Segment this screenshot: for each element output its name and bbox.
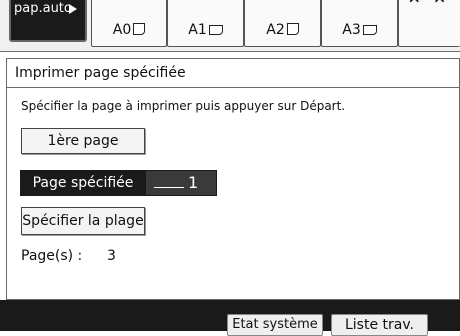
tray-a2-button[interactable]: A2 <box>244 0 321 47</box>
dialog-title-bar: Imprimer page spécifiée <box>7 59 459 88</box>
tray-a0-button[interactable]: A0 <box>91 0 167 47</box>
instruction-text: Spécifier la page à imprimer puis appuye… <box>21 99 346 113</box>
system-status-button[interactable]: Etat système <box>227 314 323 336</box>
pages-label: Page(s) : <box>21 248 83 264</box>
paper-portrait-icon <box>286 23 299 35</box>
paper-tray-strip: pap.auto A0 A1 A2 A3 ⌃ ⌃ <box>0 0 460 52</box>
paper-auto-label: pap.auto <box>14 1 72 16</box>
specify-range-button[interactable]: Spécifier la plage <box>21 207 145 235</box>
tray-a2-label: A2 <box>266 22 285 38</box>
tray-a1-button[interactable]: A1 <box>167 0 244 47</box>
tray-more-button[interactable]: ⌃ ⌃ <box>398 0 460 47</box>
paper-auto-button[interactable]: pap.auto <box>9 0 87 42</box>
tray-a3-button[interactable]: A3 <box>321 0 398 47</box>
paper-landscape-icon <box>208 25 223 35</box>
paper-portrait-icon <box>133 23 146 35</box>
specified-page-button[interactable]: Page spécifiée <box>20 170 146 196</box>
paper-landscape-icon <box>362 25 377 35</box>
print-specified-page-dialog: Imprimer page spécifiée Spécifier la pag… <box>6 58 460 300</box>
dialog-title: Imprimer page spécifiée <box>15 65 186 81</box>
input-cursor-line <box>154 187 184 188</box>
tray-a3-label: A3 <box>342 22 361 38</box>
tray-a0-label: A0 <box>112 22 132 38</box>
tray-a1-label: A1 <box>188 22 207 38</box>
bottom-bar: Etat système Liste trav. <box>0 300 460 336</box>
more-trays-icon: ⌃ ⌃ <box>405 0 449 19</box>
specified-page-input[interactable]: 1 <box>145 170 217 196</box>
job-list-button[interactable]: Liste trav. <box>331 314 428 336</box>
first-page-button[interactable]: 1ère page <box>21 128 145 154</box>
arrow-right-icon <box>69 4 77 14</box>
specified-page-value: 1 <box>188 173 199 192</box>
pages-count: 3 <box>107 248 116 264</box>
